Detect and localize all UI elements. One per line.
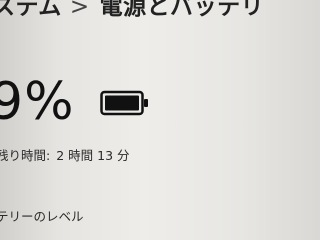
battery-full-icon bbox=[100, 90, 148, 116]
breadcrumb-parent[interactable]: ステム bbox=[0, 0, 62, 20]
breadcrumb-separator: > bbox=[69, 0, 90, 20]
battery-remaining-time: 残り時間: 2 時間 13 分 bbox=[0, 145, 130, 164]
battery-percentage: 9% bbox=[0, 72, 75, 132]
remaining-value: 2 時間 13 分 bbox=[56, 148, 130, 163]
page-title: 電源とバッテリ bbox=[99, 0, 265, 20]
battery-level-heading: テリーのレベル bbox=[0, 209, 84, 224]
breadcrumb: ステム > 電源とバッテリ bbox=[0, 0, 264, 21]
remaining-label: 残り時間: bbox=[0, 148, 51, 163]
